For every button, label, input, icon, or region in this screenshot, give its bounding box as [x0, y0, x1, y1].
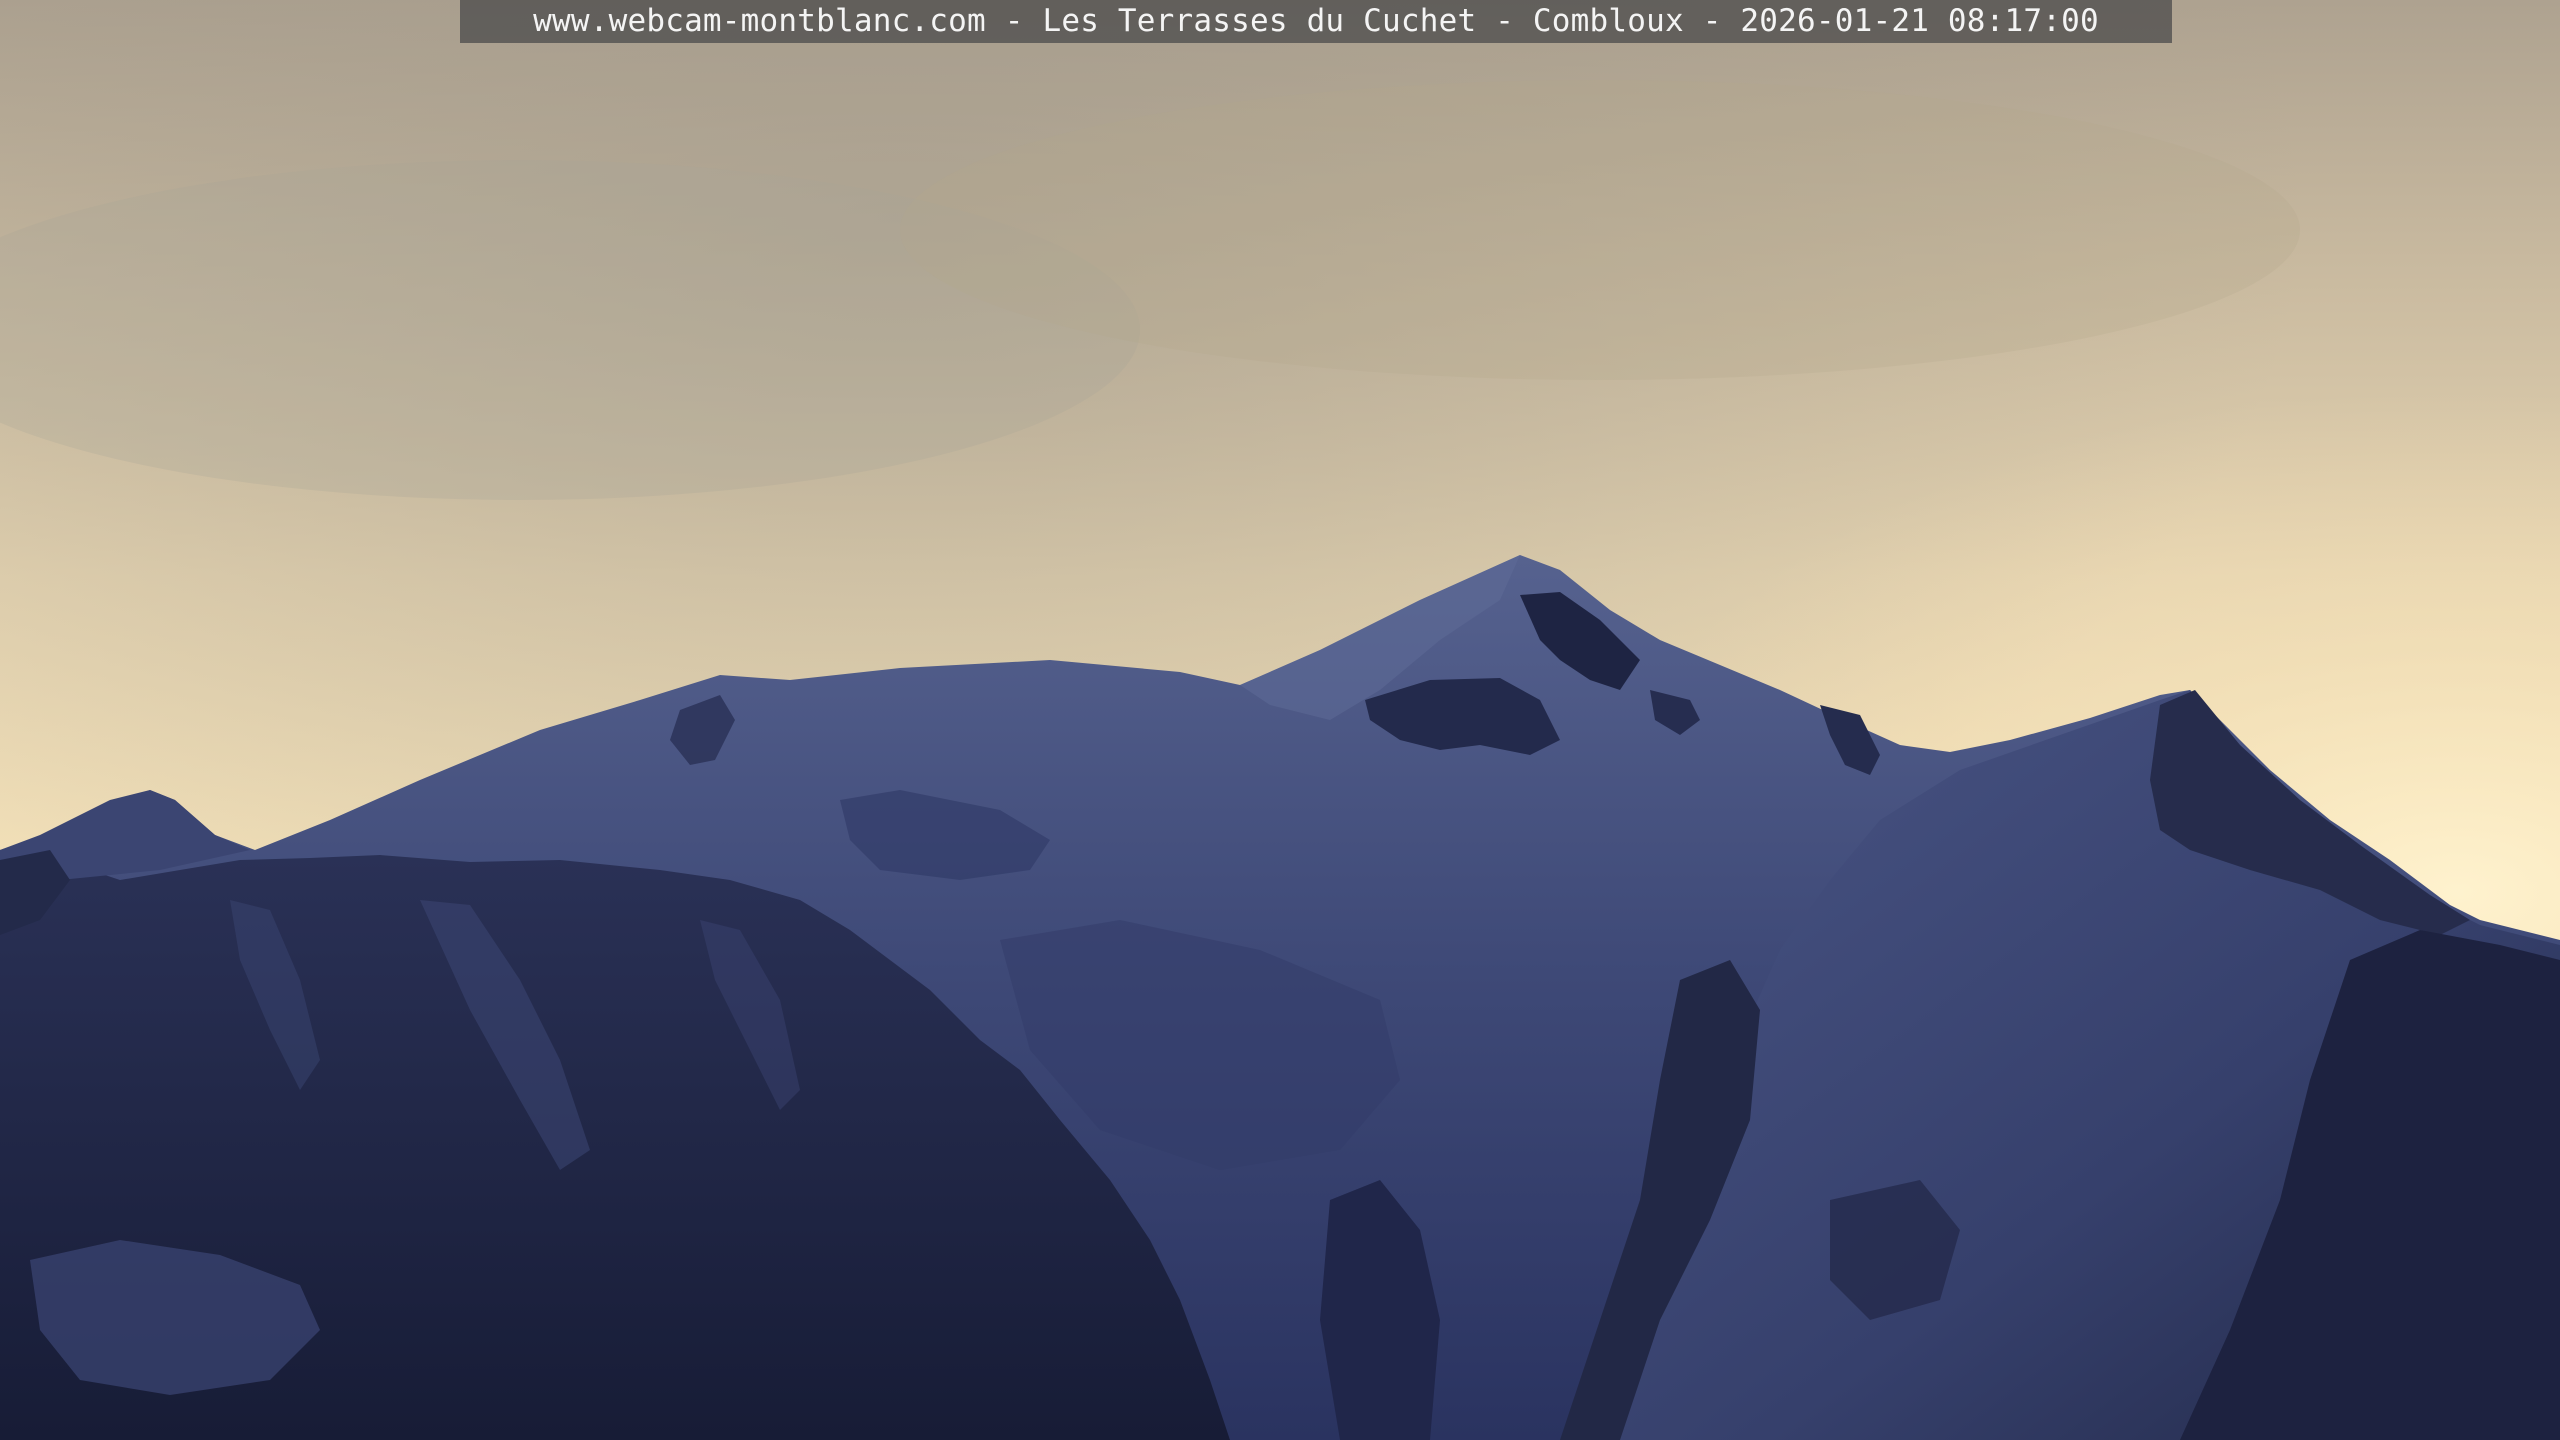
- timestamp-caption-bar: www.webcam-montblanc.com - Les Terrasses…: [460, 0, 2172, 43]
- webcam-image: www.webcam-montblanc.com - Les Terrasses…: [0, 0, 2560, 1440]
- mountain-landscape: [0, 0, 2560, 1440]
- timestamp-caption: www.webcam-montblanc.com - Les Terrasses…: [533, 3, 2099, 39]
- cloud-bank-right: [900, 80, 2300, 380]
